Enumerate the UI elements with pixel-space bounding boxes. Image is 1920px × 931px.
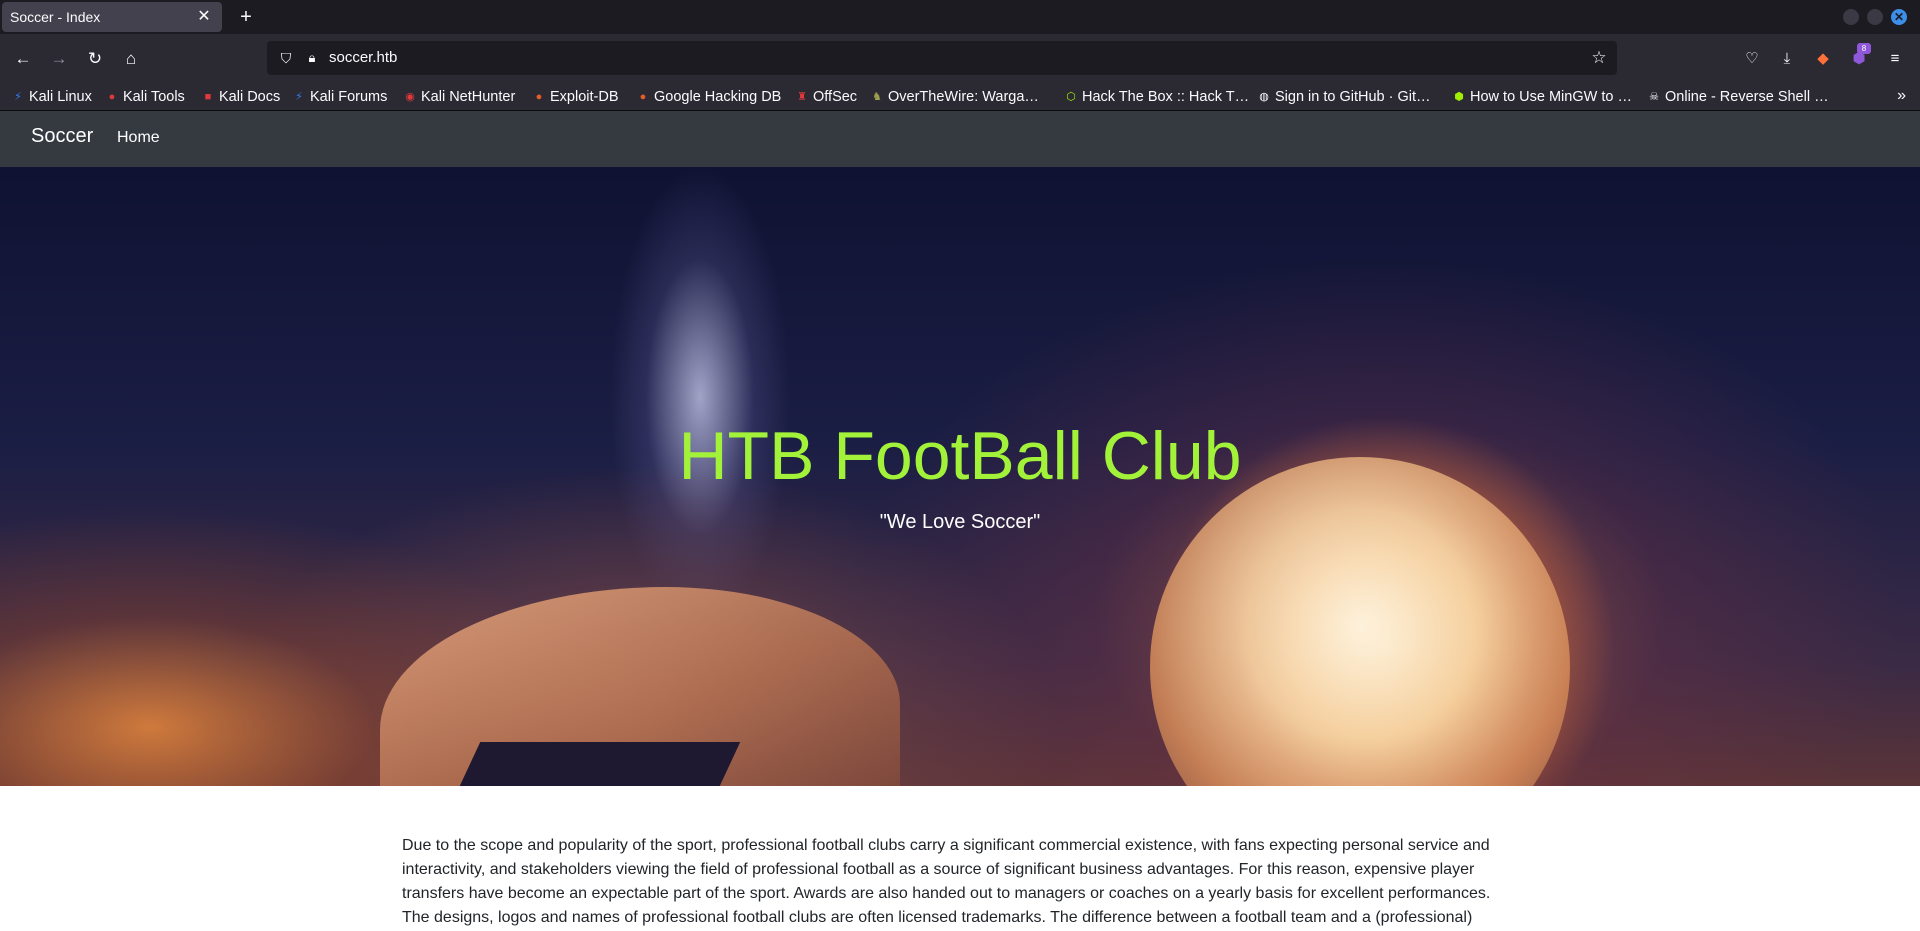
- reload-icon[interactable]: ↻: [83, 47, 107, 71]
- chevron-right-icon[interactable]: »: [1897, 87, 1906, 105]
- nav-home-link[interactable]: Home: [117, 129, 160, 147]
- bookmark-item[interactable]: ● Exploit-DB: [532, 87, 619, 107]
- tab-strip: Soccer - Index ✕ + ✕: [0, 0, 1920, 34]
- window-close-button[interactable]: ✕: [1891, 9, 1907, 25]
- menu-icon[interactable]: ≡: [1883, 47, 1907, 71]
- ghdb-icon: ●: [639, 91, 647, 103]
- soccer-ball-image: [1150, 457, 1570, 786]
- hero-banner: HTB FootBall Club "We Love Soccer": [0, 167, 1920, 786]
- skull-icon: ☠: [1649, 91, 1659, 103]
- overthewire-icon: ♞: [872, 91, 882, 103]
- shield-icon[interactable]: ⛉: [277, 49, 295, 67]
- bookmark-item[interactable]: ♜ OffSec: [795, 87, 857, 107]
- window-maximize-button[interactable]: [1867, 9, 1883, 25]
- bookmarks-bar: ⚡︎ Kali Linux ● Kali Tools ■ Kali Docs ⚡︎ Ka…: [0, 84, 1920, 111]
- url-input[interactable]: soccer.htb: [329, 49, 397, 66]
- lock-icon[interactable]: 🔒︎: [303, 49, 321, 67]
- extension-icon[interactable]: ◆: [1811, 47, 1835, 71]
- bookmark-item[interactable]: ⚡︎ Kali Linux: [11, 87, 92, 107]
- github-icon: ◍: [1259, 91, 1269, 103]
- site-brand-link[interactable]: Soccer: [31, 125, 93, 148]
- boot-stripe-decoration: [459, 742, 741, 786]
- nethunter-icon: ◉: [405, 91, 415, 103]
- downloads-icon[interactable]: ⤓: [1775, 47, 1799, 71]
- tab-title: Soccer - Index: [10, 9, 101, 25]
- hero-title: HTB FootBall Club: [678, 418, 1242, 494]
- offsec-icon: ♜: [797, 91, 807, 103]
- bookmark-star-icon[interactable]: ☆: [1589, 48, 1609, 68]
- home-icon[interactable]: ⌂: [119, 47, 143, 71]
- bookmark-item[interactable]: ♞ OverTheWire: Warga…: [870, 87, 1039, 107]
- site-navbar: Soccer Home: [0, 111, 1920, 167]
- intro-paragraph: Due to the scope and popularity of the s…: [402, 837, 1491, 926]
- pocket-icon[interactable]: ♡: [1740, 47, 1764, 71]
- kali-tools-icon: ●: [108, 91, 116, 103]
- extension-badge: 8: [1857, 43, 1871, 54]
- bookmark-item[interactable]: ⬡ Hack The Box :: Hack T…: [1064, 87, 1249, 107]
- address-bar[interactable]: ⛉ 🔒︎ soccer.htb ☆: [267, 41, 1617, 75]
- hero-subtitle: "We Love Soccer": [879, 511, 1041, 533]
- close-icon[interactable]: ✕: [194, 7, 214, 27]
- mingw-icon: ⬢: [1454, 91, 1464, 103]
- back-arrow-icon[interactable]: ←: [11, 47, 35, 71]
- exploitdb-icon: ●: [535, 91, 543, 103]
- new-tab-button[interactable]: +: [234, 5, 258, 29]
- kali-icon: ⚡︎: [14, 91, 22, 103]
- forward-arrow-icon[interactable]: →: [47, 47, 71, 71]
- window-minimize-button[interactable]: [1843, 9, 1859, 25]
- bookmark-item[interactable]: ● Kali Tools: [105, 87, 185, 107]
- bookmark-item[interactable]: ● Google Hacking DB: [636, 87, 782, 107]
- bookmark-item[interactable]: ◍ Sign in to GitHub · Git…: [1257, 87, 1430, 107]
- htb-icon: ⬡: [1066, 91, 1076, 103]
- bookmark-item[interactable]: ⚡︎ Kali Forums: [292, 87, 387, 107]
- browser-toolbar: ← → ↻ ⌂ ⛉ 🔒︎ soccer.htb ☆ ♡ ⤓ ◆ ⬢ 8 ≡: [0, 34, 1920, 84]
- kali-docs-icon: ■: [204, 91, 212, 103]
- kali-icon: ⚡︎: [295, 91, 303, 103]
- bookmark-item[interactable]: ☠ Online - Reverse Shell …: [1647, 87, 1829, 107]
- bookmark-item[interactable]: ◉ Kali NetHunter: [403, 87, 515, 107]
- bookmark-item[interactable]: ■ Kali Docs: [201, 87, 281, 107]
- tab-active[interactable]: Soccer - Index ✕: [2, 2, 222, 32]
- bookmark-item[interactable]: ⬢ How to Use MinGW to …: [1452, 87, 1632, 107]
